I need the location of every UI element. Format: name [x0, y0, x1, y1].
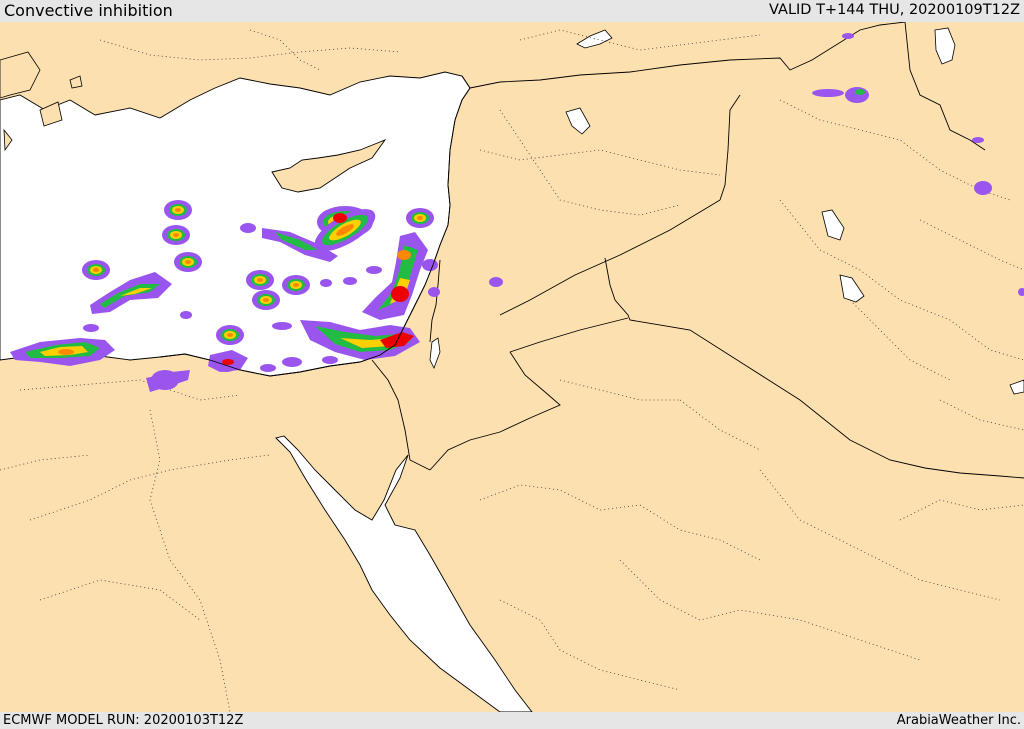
- header-bar: Convective inhibition VALID T+144 THU, 2…: [0, 0, 1024, 22]
- map-title: Convective inhibition: [4, 1, 173, 20]
- footer-bar: ECMWF MODEL RUN: 20200103T12Z ArabiaWeat…: [0, 712, 1024, 729]
- valid-time: VALID T+144 THU, 20200109T12Z: [769, 2, 1020, 18]
- weather-map: [0, 22, 1024, 712]
- credit-label: ArabiaWeather Inc.: [896, 713, 1021, 728]
- model-run: ECMWF MODEL RUN: 20200103T12Z: [3, 713, 244, 728]
